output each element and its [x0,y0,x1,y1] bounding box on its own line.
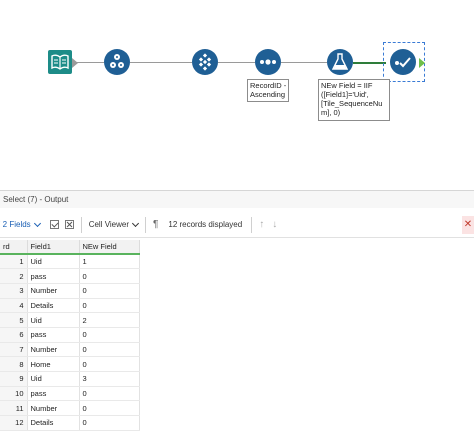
field1-cell[interactable]: Uid [27,254,80,270]
field1-cell[interactable]: Number [27,283,80,299]
book-icon [51,54,69,70]
output-anchor[interactable] [72,58,78,68]
table-row[interactable]: 3 Number 0 [0,283,140,299]
sort-tool[interactable] [255,49,281,75]
field1-cell[interactable]: Home [27,356,80,372]
diamond-grid-icon [198,53,212,71]
field1-cell[interactable]: Uid [27,371,80,387]
formula-tool[interactable] [327,49,353,75]
sample-tool[interactable] [192,49,218,75]
field1-cell[interactable]: Number [27,342,80,358]
numbered-balls-icon [110,54,124,68]
toolbar-divider [80,216,82,233]
cell-viewer-dropdown[interactable]: Cell Viewer [88,217,140,233]
select-tool[interactable] [390,49,416,75]
record-number-cell[interactable]: 12 [0,415,28,431]
arrow-down-icon[interactable]: ↓ [272,219,277,230]
close-icon[interactable]: ✕ [462,216,474,234]
chevron-down-icon [33,219,41,227]
record-number-cell[interactable]: 5 [0,312,28,328]
field1-cell[interactable]: Uid [27,312,80,328]
workflow-canvas[interactable]: RecordID - Ascending NEw Field = IIF ([F… [0,0,474,186]
table-row[interactable]: 11 Number 0 [0,400,140,417]
grid-header-row: rd Field1 NEw Field [0,240,140,255]
record-number-cell[interactable]: 1 [0,254,28,270]
new-field-cell[interactable]: 0 [79,283,140,299]
table-row[interactable]: 1 Uid 1 [0,254,140,270]
column-header-new-field[interactable]: NEw Field [79,240,140,255]
connection-line [218,62,255,63]
new-field-cell[interactable]: 0 [79,356,140,372]
table-row[interactable]: 8 Home 0 [0,356,140,372]
connection-line-selected [353,62,386,64]
record-number-cell[interactable]: 2 [0,268,28,284]
results-grid: rd Field1 NEw Field 1 Uid 1 2 pass 0 3 Number 0 4… [0,240,140,431]
new-field-cell[interactable]: 3 [79,371,140,387]
table-row[interactable]: 10 pass 0 [0,386,140,402]
record-number-cell[interactable]: 10 [0,386,28,402]
field1-cell[interactable]: pass [27,386,80,402]
record-number-cell[interactable]: 4 [0,298,28,314]
record-number-cell[interactable]: 6 [0,327,28,343]
field1-cell[interactable]: pass [27,268,80,284]
table-row[interactable]: 2 pass 0 [0,268,140,284]
clear-icon[interactable] [64,220,74,229]
formula-annotation: NEw Field = IIF ([Field1]='Uid', [Tile_S… [318,79,390,121]
new-field-cell[interactable]: 0 [79,268,140,284]
new-field-cell[interactable]: 0 [79,415,140,431]
output-anchor[interactable] [419,58,425,68]
arrow-up-icon[interactable]: ↑ [259,219,264,230]
sort-annotation: RecordID - Ascending [247,79,289,102]
record-number-cell[interactable]: 7 [0,342,28,358]
input-data-tool[interactable] [48,50,72,74]
fields-dropdown[interactable]: 7 2 Fields [0,217,41,233]
field1-cell[interactable]: Details [27,415,80,431]
new-field-cell[interactable]: 0 [79,400,140,417]
toolbar-divider [145,216,146,233]
fields-label: 7 2 Fields [0,220,31,229]
table-row[interactable]: 6 pass 0 [0,327,140,343]
record-number-cell[interactable]: 11 [0,400,28,417]
table-row[interactable]: 4 Details 0 [0,298,140,314]
table-row[interactable]: 5 Uid 2 [0,312,140,328]
flask-icon [332,53,348,70]
new-field-cell[interactable]: 1 [79,254,140,270]
new-field-cell[interactable]: 0 [79,386,140,402]
results-panel-title: Select (7) - Output [0,190,474,208]
toolbar-divider [251,216,253,233]
record-number-cell[interactable]: 3 [0,283,28,299]
column-header-record[interactable]: rd [0,240,28,255]
field1-cell[interactable]: pass [27,327,80,343]
record-number-cell[interactable]: 9 [0,371,28,387]
results-toolbar: 7 2 Fields Cell Viewer ¶ 12 records disp… [0,212,474,238]
new-field-cell[interactable]: 0 [79,342,140,358]
records-count: 12 records displayed [168,220,243,229]
new-field-cell[interactable]: 2 [79,312,140,328]
cell-viewer-label: Cell Viewer [88,220,129,229]
record-number-cell[interactable]: 8 [0,356,28,372]
text-to-columns-tool[interactable] [104,49,130,75]
new-field-cell[interactable]: 0 [79,327,140,343]
checkmark-icon [395,57,411,68]
column-header-field1[interactable]: Field1 [27,240,80,255]
field1-cell[interactable]: Details [27,298,80,314]
connection-line [130,62,192,63]
pilcrow-icon[interactable]: ¶ [153,219,158,230]
chevron-down-icon [131,219,140,227]
field1-cell[interactable]: Number [27,400,80,417]
new-field-cell[interactable]: 0 [79,298,140,314]
table-row[interactable]: 12 Details 0 [0,415,140,431]
checkbox-icon[interactable] [49,220,59,229]
table-row[interactable]: 7 Number 0 [0,342,140,358]
app-window: RecordID - Ascending NEw Field = IIF ([F… [0,0,474,432]
dots-icon [260,59,276,65]
connection-line [281,62,327,63]
table-row[interactable]: 9 Uid 3 [0,371,140,387]
